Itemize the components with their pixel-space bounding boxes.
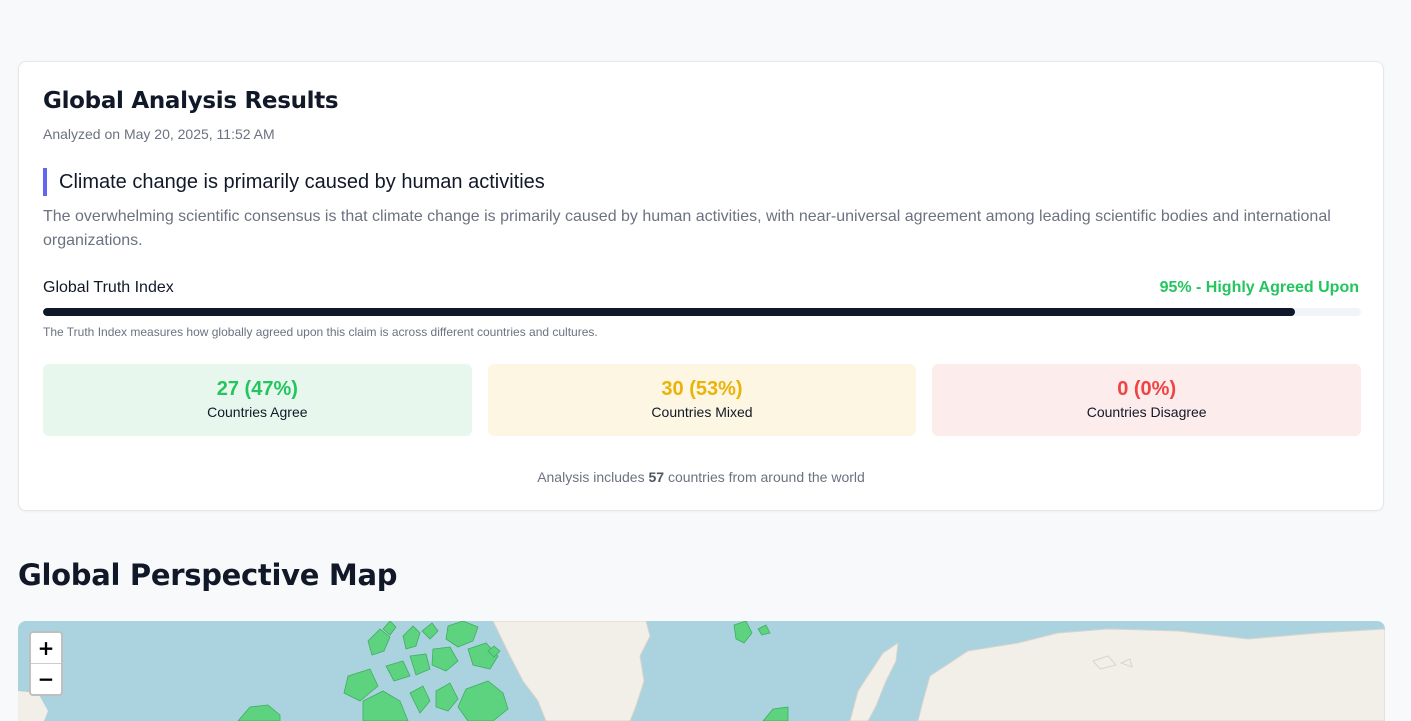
analyzed-timestamp: Analyzed on May 20, 2025, 11:52 AM	[43, 126, 275, 142]
truth-index-note: The Truth Index measures how globally ag…	[43, 325, 598, 339]
truth-index-bar	[43, 308, 1361, 316]
stat-agree: 27 (47%) Countries Agree	[43, 364, 472, 436]
summary-suffix: countries from around the world	[667, 469, 865, 485]
results-title: Global Analysis Results	[43, 88, 339, 114]
stat-disagree: 0 (0%) Countries Disagree	[932, 364, 1362, 436]
map-land-greenland	[492, 621, 651, 721]
map-land-eurasia	[917, 628, 1385, 721]
zoom-out-button[interactable]: −	[31, 663, 61, 694]
analysis-summary: Analysis includes 57 countries from arou…	[19, 469, 1383, 485]
truth-index-bar-fill	[43, 308, 1296, 316]
truth-index-value: 95% - Highly Agreed Upon	[1159, 279, 1359, 296]
world-map[interactable]: + −	[18, 621, 1385, 721]
stat-agree-label: Countries Agree	[207, 404, 308, 420]
stat-agree-value: 27 (47%)	[216, 378, 298, 400]
summary-country-count: 57	[648, 469, 665, 485]
country-stats: 27 (47%) Countries Agree 30 (53%) Countr…	[43, 364, 1362, 436]
summary-prefix: Analysis includes	[537, 469, 645, 485]
analysis-results-card: Global Analysis Results Analyzed on May …	[18, 61, 1384, 511]
claim-description: The overwhelming scientific consensus is…	[43, 208, 1331, 249]
stat-disagree-value: 0 (0%)	[1117, 378, 1177, 400]
stat-mixed-label: Countries Mixed	[651, 404, 753, 420]
map-land-north-europe	[849, 641, 899, 721]
truth-index-label: Global Truth Index	[43, 279, 174, 296]
zoom-in-button[interactable]: +	[31, 633, 61, 663]
stat-mixed-value: 30 (53%)	[661, 378, 743, 400]
claim-text: Climate change is primarily caused by hu…	[43, 168, 545, 196]
stat-mixed: 30 (53%) Countries Mixed	[487, 364, 917, 436]
map-zoom-control: + −	[29, 631, 63, 696]
map-section-title: Global Perspective Map	[18, 558, 398, 592]
map-tiles	[18, 621, 1385, 721]
stat-disagree-label: Countries Disagree	[1086, 404, 1207, 420]
